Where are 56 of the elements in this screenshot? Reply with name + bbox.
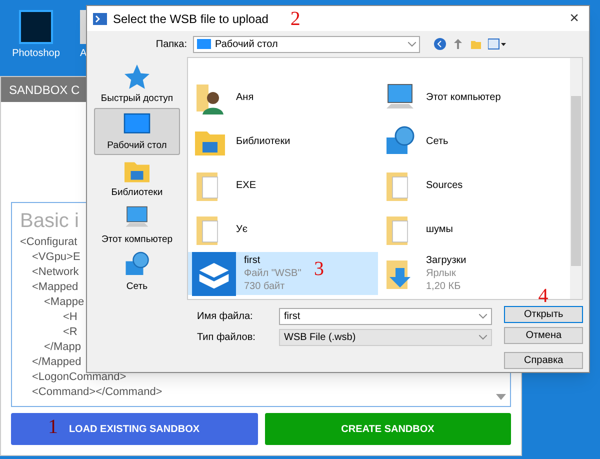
- filetype-dropdown[interactable]: WSB File (.wsb): [279, 329, 492, 346]
- code-line: <Mappe: [43, 295, 84, 310]
- file-item[interactable]: Ує: [188, 208, 378, 251]
- chevron-icon: [408, 42, 416, 46]
- icon-label: A: [80, 47, 87, 61]
- filename-label: Имя файла:: [197, 310, 254, 324]
- dialog-button[interactable]: Открыть: [504, 306, 583, 323]
- code-line: <LogonCommand>: [31, 370, 126, 385]
- code-line: </Mapp: [43, 340, 81, 355]
- annotation-number: 1: [48, 415, 58, 440]
- filetype-label: Тип файлов:: [197, 331, 256, 345]
- code-line: <R: [62, 325, 78, 340]
- dialog-title: Select the WSB file to upload: [113, 10, 268, 28]
- editor-heading: Basic i: [20, 209, 79, 234]
- code-line: <H: [62, 310, 78, 325]
- scrollbar[interactable]: [570, 58, 582, 299]
- icon-label: Photoshop: [12, 47, 60, 61]
- chevron-icon: [479, 314, 488, 319]
- code-line: <Command></Command>: [31, 385, 162, 400]
- file-item[interactable]: шумы: [378, 208, 568, 251]
- file-item[interactable]: Библиотеки: [188, 120, 378, 163]
- desktop-icon: [197, 39, 211, 49]
- file-item[interactable]: Сеть: [378, 120, 568, 163]
- places-item[interactable]: Этот компьютер: [94, 202, 180, 249]
- annotation-number: 3: [314, 257, 324, 282]
- chevron-icon: [479, 335, 488, 340]
- file-item[interactable]: EXE: [188, 164, 378, 207]
- places-item[interactable]: Сеть: [94, 249, 180, 296]
- close-button[interactable]: ×: [566, 6, 583, 30]
- file-item[interactable]: Аня: [188, 76, 378, 119]
- scrollbar-thumb[interactable]: [571, 96, 581, 266]
- folder-combobox[interactable]: Рабочий стол: [193, 36, 420, 52]
- view-menu-icon[interactable]: [488, 38, 506, 50]
- code-line: <Configurat: [20, 235, 78, 250]
- dropdown-arrow-icon: [496, 394, 506, 400]
- annotation-number: 2: [290, 8, 300, 28]
- back-icon[interactable]: [434, 38, 446, 50]
- places-item[interactable]: Рабочий стол: [94, 108, 180, 155]
- code-line: </Mapped: [31, 355, 82, 370]
- annotation-number: 4: [538, 286, 548, 306]
- code-line: <Mapped: [31, 280, 78, 295]
- folder-value: Рабочий стол: [215, 38, 279, 52]
- places-item[interactable]: Библиотеки: [94, 155, 180, 202]
- places-item[interactable]: Быстрый доступ: [94, 61, 180, 108]
- dialog-button[interactable]: Справка: [504, 352, 583, 369]
- window-title: SANDBOX C: [9, 82, 80, 98]
- file-item[interactable]: Этот компьютер: [378, 76, 568, 119]
- dialog-button[interactable]: Отмена: [504, 327, 583, 344]
- folder-label: Папка:: [154, 38, 188, 52]
- terminal-icon: [93, 12, 107, 24]
- code-line: <VGpu>E: [31, 250, 80, 265]
- code-line: <Network: [31, 265, 79, 280]
- up-folder-icon[interactable]: [452, 38, 464, 50]
- file-item[interactable]: Sources: [378, 164, 568, 207]
- box-icon: [192, 252, 236, 296]
- filename-field[interactable]: first: [279, 308, 492, 325]
